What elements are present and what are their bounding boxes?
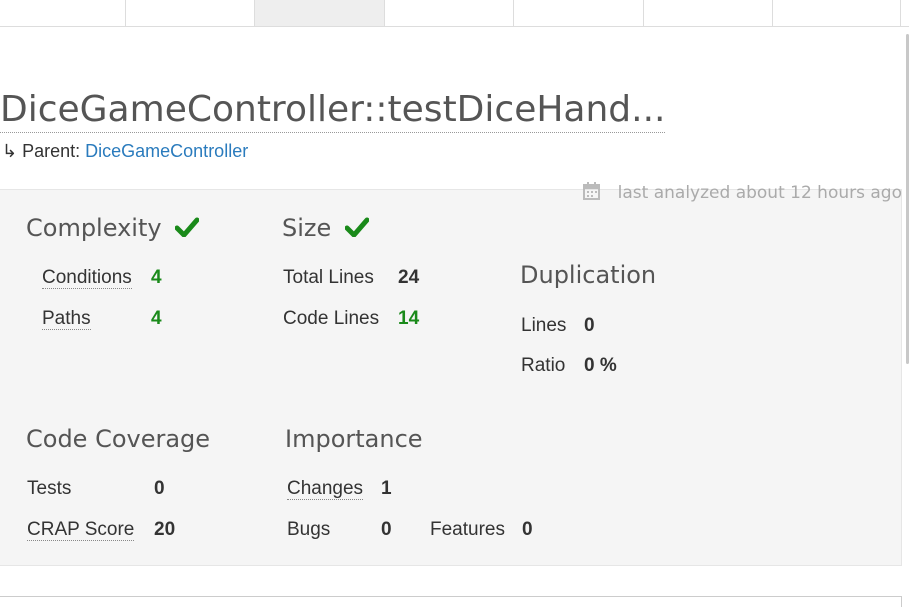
- features-label: Features: [430, 519, 505, 540]
- tab-1[interactable]: [0, 0, 126, 26]
- calendar-icon: [583, 182, 601, 200]
- tests-label: Tests: [27, 478, 72, 499]
- tab-5[interactable]: [514, 0, 644, 26]
- size-heading: Size: [282, 214, 369, 242]
- metrics-panel: Complexity Conditions 4 Paths 4 Size Tot…: [0, 189, 902, 566]
- tab-3-active[interactable]: [255, 0, 385, 26]
- check-icon: [175, 217, 200, 237]
- next-section-box: [0, 596, 902, 607]
- conditions-value: 4: [151, 267, 162, 288]
- code-lines-value: 14: [398, 308, 420, 329]
- paths-label[interactable]: Paths: [42, 308, 91, 330]
- code-lines-label: Code Lines: [283, 308, 380, 329]
- check-icon: [344, 217, 369, 237]
- dup-lines-value: 0: [584, 315, 595, 336]
- conditions-label[interactable]: Conditions: [42, 267, 132, 289]
- parent-link[interactable]: DiceGameController: [85, 141, 248, 161]
- features-value: 0: [522, 519, 533, 540]
- complexity-heading: Complexity: [26, 214, 200, 242]
- total-lines-label: Total Lines: [283, 267, 374, 288]
- total-lines-value: 24: [398, 267, 420, 288]
- importance-title: Importance: [285, 425, 423, 453]
- tab-7[interactable]: [773, 0, 901, 26]
- dup-lines-label: Lines: [521, 315, 567, 336]
- changes-label[interactable]: Changes: [287, 478, 364, 500]
- coverage-title: Code Coverage: [26, 425, 211, 453]
- changes-value: 1: [381, 478, 392, 499]
- last-analyzed: last analyzed about 12 hours ago: [583, 182, 902, 203]
- tests-value: 0: [154, 478, 165, 499]
- ratio-value: 0 %: [584, 355, 617, 376]
- duplication-title: Duplication: [520, 261, 657, 289]
- bugs-value: 0: [381, 519, 392, 540]
- parent-breadcrumb: ↳ Parent: DiceGameController: [2, 141, 248, 162]
- paths-value: 4: [151, 308, 162, 329]
- last-analyzed-text: last analyzed about 12 hours ago: [617, 183, 902, 203]
- complexity-title: Complexity: [26, 214, 162, 242]
- parent-label: ↳ Parent:: [2, 141, 81, 161]
- crap-score-value: 20: [154, 519, 176, 540]
- tab-2[interactable]: [126, 0, 255, 26]
- tab-4[interactable]: [385, 0, 514, 26]
- page-title: DiceGameController::testDiceHand...: [0, 88, 666, 133]
- tab-bar: [0, 0, 909, 27]
- ratio-label: Ratio: [521, 355, 566, 376]
- bugs-label: Bugs: [287, 519, 331, 540]
- crap-score-label[interactable]: CRAP Score: [27, 519, 135, 541]
- tab-6[interactable]: [644, 0, 773, 26]
- size-title: Size: [282, 214, 332, 242]
